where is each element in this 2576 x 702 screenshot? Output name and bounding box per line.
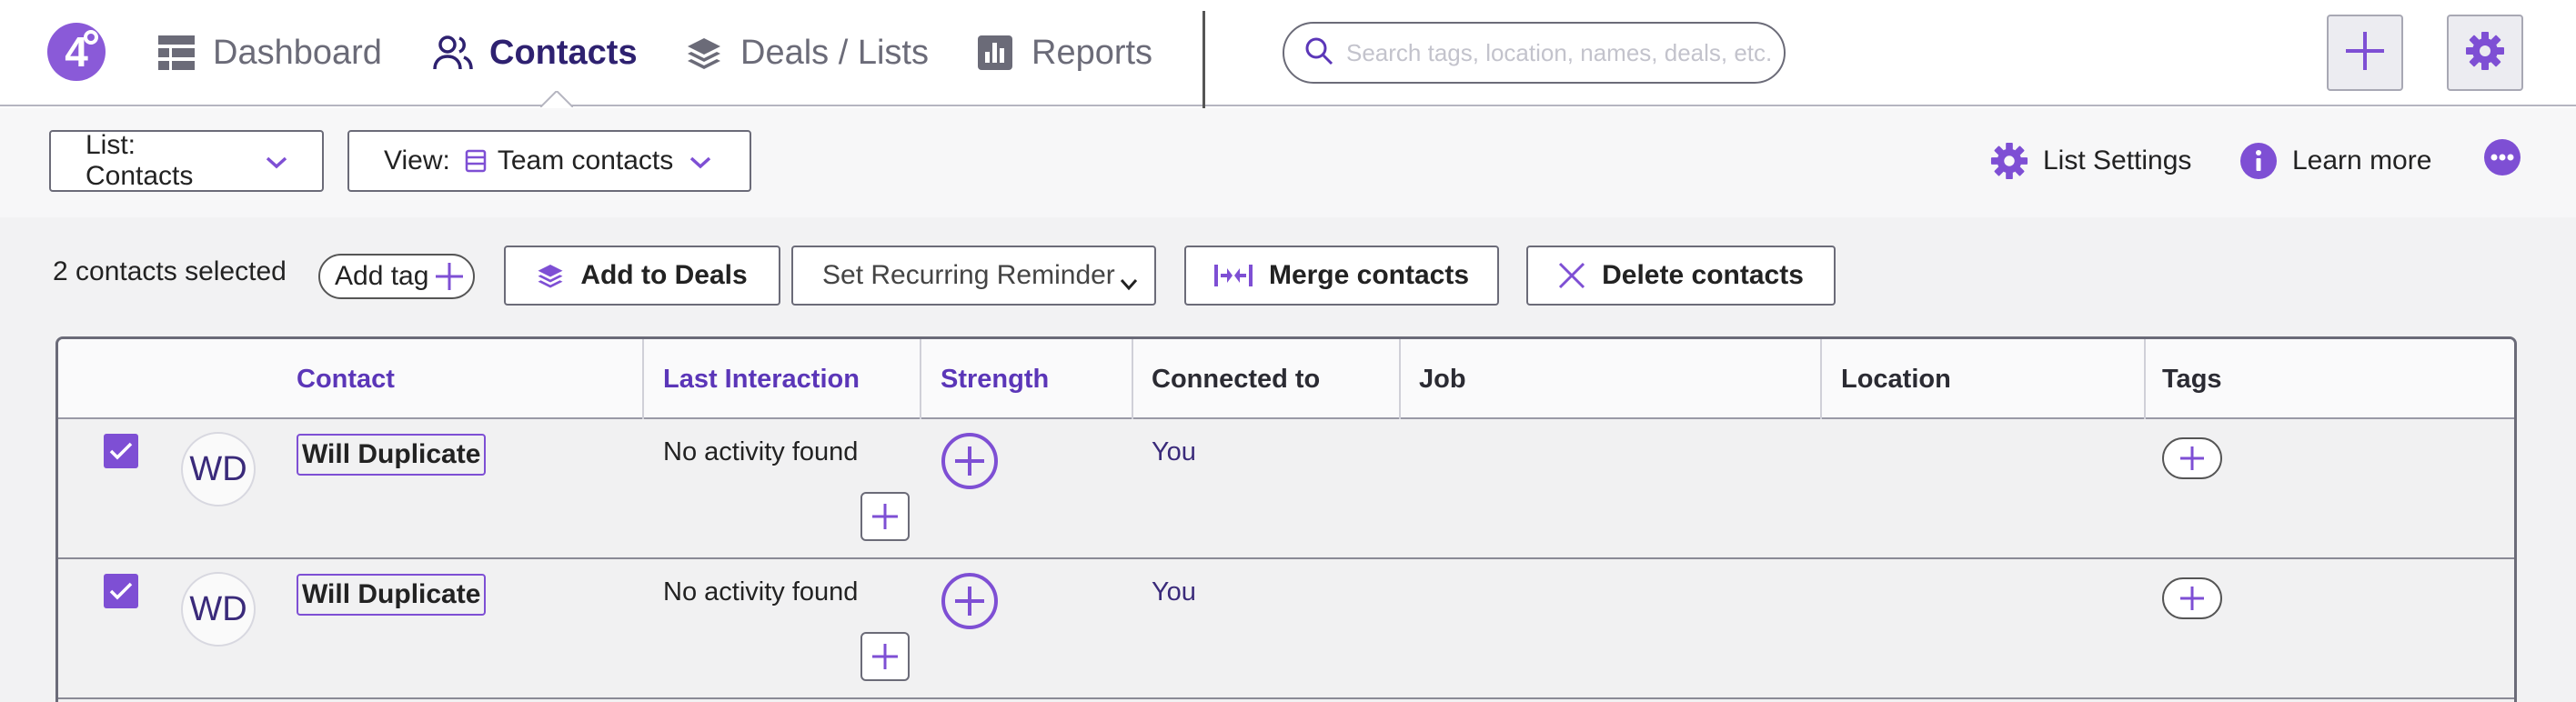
merge-contacts-label: Merge contacts: [1268, 260, 1470, 290]
gear-icon: [2465, 31, 2505, 75]
close-icon: [1558, 262, 1585, 289]
list-dropdown-label: List: Contacts: [86, 130, 194, 191]
check-icon: [109, 582, 133, 600]
add-strength-button[interactable]: [941, 572, 999, 630]
list-toolbar: List: Contacts View: Team contacts List …: [0, 108, 2576, 217]
more-options-button[interactable]: [2483, 135, 2521, 186]
add-tag-label: Add tag: [335, 261, 429, 291]
delete-contacts-button[interactable]: Delete contacts: [1526, 246, 1836, 306]
info-icon: [2239, 142, 2278, 180]
row-checkbox[interactable]: [104, 434, 138, 468]
last-interaction-text: No activity found: [663, 437, 859, 466]
table-row[interactable]: WD Will Duplicate No activity found You: [58, 559, 2514, 699]
view-dropdown-label: Team contacts: [497, 145, 674, 176]
search-icon: [1304, 36, 1333, 70]
column-divider: [920, 339, 921, 419]
delete-contacts-label: Delete contacts: [1602, 260, 1804, 290]
add-interaction-button[interactable]: [860, 492, 910, 541]
column-divider: [1820, 339, 1822, 419]
chevron-down-icon: [689, 145, 711, 176]
row-checkbox[interactable]: [104, 574, 138, 608]
plus-icon: [872, 504, 898, 529]
avatar: WD: [181, 432, 256, 506]
table-header: Contact Last Interaction Strength Connec…: [58, 339, 2514, 419]
top-navigation: 4 Dashboard Contacts Deals / Lists Repor…: [0, 0, 2576, 129]
view-prefix: View:: [384, 145, 450, 176]
app-logo[interactable]: 4: [45, 21, 107, 83]
column-header-strength[interactable]: Strength: [941, 365, 1049, 395]
stack-layers-icon: [537, 263, 564, 288]
column-divider: [642, 339, 644, 419]
plus-icon: [872, 644, 898, 669]
view-dropdown[interactable]: View: Team contacts: [347, 130, 751, 192]
plus-icon: [2180, 587, 2204, 610]
column-header-connected-to[interactable]: Connected to: [1152, 365, 1320, 395]
list-dropdown[interactable]: List: Contacts: [49, 130, 324, 192]
nav-dashboard[interactable]: Dashboard: [156, 27, 382, 78]
column-divider: [1132, 339, 1133, 419]
active-nav-caret: [540, 91, 573, 107]
plus-icon: [434, 261, 465, 292]
avatar: WD: [181, 572, 256, 647]
add-interaction-button[interactable]: [860, 632, 910, 681]
learn-more-link[interactable]: Learn more: [2239, 135, 2431, 186]
chevron-down-icon: [1120, 267, 1138, 298]
column-header-last-interaction[interactable]: Last Interaction: [663, 365, 860, 395]
column-header-contact[interactable]: Contact: [297, 365, 395, 395]
nav-label: Contacts: [489, 33, 638, 72]
nav-label: Dashboard: [213, 33, 382, 72]
add-tag-button[interactable]: Add tag: [318, 254, 475, 299]
plus-icon: [2344, 30, 2386, 76]
selection-count: 2 contacts selected: [53, 256, 287, 286]
nav-label: Reports: [1031, 33, 1153, 72]
nav-deals-lists[interactable]: Deals / Lists: [684, 27, 929, 78]
column-divider: [2144, 339, 2146, 419]
plus-icon: [2180, 446, 2204, 470]
search-box[interactable]: [1283, 22, 1786, 84]
stack-layers-icon: [684, 33, 724, 73]
recurring-reminder-value: Set Recurring Reminder: [822, 260, 1115, 290]
dashboard-grid-icon: [156, 33, 196, 73]
merge-arrows-icon: [1213, 264, 1253, 287]
merge-contacts-button[interactable]: Merge contacts: [1184, 246, 1499, 306]
learn-more-label: Learn more: [2292, 145, 2432, 176]
nav-label: Deals / Lists: [740, 33, 929, 72]
column-divider: [1399, 339, 1401, 419]
connected-to-text: You: [1152, 437, 1196, 466]
list-settings-link[interactable]: List Settings: [1990, 135, 2191, 186]
nav-reports[interactable]: Reports: [975, 27, 1152, 78]
column-header-location[interactable]: Location: [1841, 365, 1951, 395]
search-input[interactable]: [1346, 38, 1774, 67]
column-header-tags[interactable]: Tags: [2162, 365, 2222, 395]
list-settings-label: List Settings: [2043, 145, 2192, 176]
settings-button[interactable]: [2447, 15, 2523, 91]
chevron-down-icon: [266, 145, 287, 176]
add-button[interactable]: [2327, 15, 2403, 91]
check-icon: [109, 442, 133, 460]
list-view-icon: [465, 149, 487, 173]
recurring-reminder-select[interactable]: Set Recurring Reminder: [791, 246, 1156, 306]
contact-name-link[interactable]: Will Duplicate: [297, 574, 487, 616]
contacts-table: Contact Last Interaction Strength Connec…: [55, 336, 2517, 702]
gear-icon: [1990, 142, 2028, 180]
add-tag-button[interactable]: [2162, 437, 2222, 479]
add-to-deals-label: Add to Deals: [580, 260, 748, 290]
contacts-people-icon: [433, 33, 473, 73]
table-row[interactable]: WD Will Duplicate No activity found You: [58, 419, 2514, 559]
add-strength-button[interactable]: [941, 432, 999, 490]
add-tag-button[interactable]: [2162, 577, 2222, 619]
last-interaction-text: No activity found: [663, 577, 859, 607]
column-header-job[interactable]: Job: [1419, 365, 1466, 395]
add-to-deals-button[interactable]: Add to Deals: [504, 246, 780, 306]
connected-to-text: You: [1152, 577, 1196, 607]
bar-chart-icon: [975, 33, 1015, 73]
contact-name-link[interactable]: Will Duplicate: [297, 434, 487, 476]
nav-contacts[interactable]: Contacts: [433, 27, 638, 78]
more-horizontal-icon: [2483, 138, 2521, 184]
